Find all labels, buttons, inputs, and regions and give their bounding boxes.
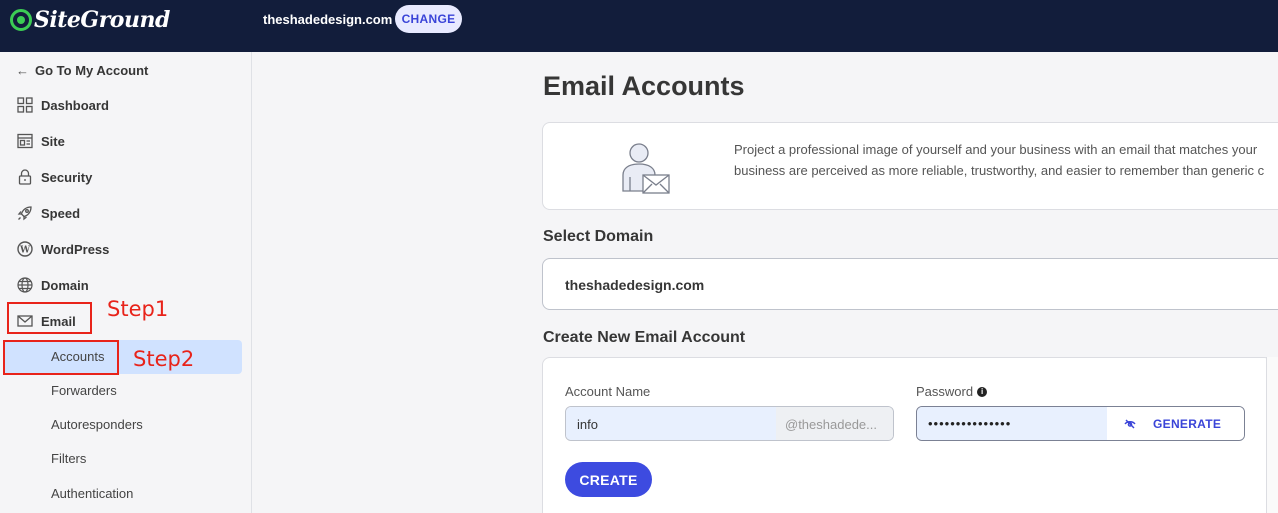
sidebar-item-dashboard[interactable]: Dashboard xyxy=(16,95,109,115)
info-icon[interactable]: i xyxy=(977,386,988,397)
change-site-button[interactable]: CHANGE xyxy=(395,5,462,33)
page-title: Email Accounts xyxy=(543,71,745,101)
step2-annotation: Step2 xyxy=(133,347,195,371)
rocket-icon xyxy=(17,206,32,221)
selected-domain-value: theshadedesign.com xyxy=(565,277,705,293)
intro-line-1: Project a professional image of yourself… xyxy=(734,142,1258,157)
right-panel-edge xyxy=(1266,357,1278,513)
current-site-domain: theshadedesign.com xyxy=(263,12,393,27)
sidebar-item-domain[interactable]: Domain xyxy=(16,275,89,295)
step2-highlight-box xyxy=(3,340,119,375)
siteground-logo[interactable]: SiteGround xyxy=(10,6,170,34)
sidebar-item-speed[interactable]: Speed xyxy=(16,203,80,223)
arrow-left-icon: ← xyxy=(16,63,29,78)
siteground-logo-icon xyxy=(10,9,32,31)
user-email-illustration-icon xyxy=(622,143,670,194)
step1-annotation: Step1 xyxy=(107,297,169,321)
create-account-card: Account Name info @theshadede... Passwor… xyxy=(542,357,1272,513)
password-field[interactable]: ••••••••••••••• GENERATE xyxy=(916,406,1245,441)
sidebar-item-label: Domain xyxy=(41,277,89,293)
sidebar-item-wordpress[interactable]: W WordPress xyxy=(16,239,109,259)
sidebar-item-site[interactable]: Site xyxy=(16,131,65,151)
generate-password-button[interactable]: GENERATE xyxy=(1153,407,1244,440)
sidebar: ← Go To My Account Dashboard Site Securi… xyxy=(0,52,252,513)
intro-line-2: business are perceived as more reliable,… xyxy=(734,163,1265,178)
top-bar: SiteGround theshadedesign.com CHANGE xyxy=(0,0,1278,52)
account-name-field[interactable]: info @theshadede... xyxy=(565,406,894,441)
site-icon xyxy=(17,133,33,149)
create-button[interactable]: CREATE xyxy=(565,462,652,497)
password-label-group: Password i xyxy=(916,384,988,399)
step1-highlight-box xyxy=(7,302,92,334)
globe-icon xyxy=(17,277,33,293)
sidebar-item-security[interactable]: Security xyxy=(16,167,92,187)
sidebar-subitem-forwarders[interactable]: Forwarders xyxy=(51,383,117,398)
sidebar-subitem-filters[interactable]: Filters xyxy=(51,451,86,466)
intro-description: Project a professional image of yourself… xyxy=(734,139,1278,181)
account-name-label: Account Name xyxy=(565,384,651,399)
sidebar-item-label: Dashboard xyxy=(41,97,109,113)
logo-text: SiteGround xyxy=(34,7,170,33)
password-input[interactable]: ••••••••••••••• xyxy=(917,407,1107,440)
go-to-my-account-link[interactable]: ← Go To My Account xyxy=(16,63,148,78)
back-link-label: Go To My Account xyxy=(35,63,149,78)
sidebar-item-label: WordPress xyxy=(41,241,110,257)
sidebar-subitem-autoresponders[interactable]: Autoresponders xyxy=(51,417,143,432)
main-content: Email Accounts Project a professional im… xyxy=(253,52,1278,513)
sidebar-item-label: Site xyxy=(41,133,65,149)
sidebar-item-label: Speed xyxy=(41,205,81,221)
sidebar-item-label: Security xyxy=(41,169,93,185)
svg-text:W: W xyxy=(19,246,31,256)
wordpress-icon: W xyxy=(17,241,33,257)
select-domain-title: Select Domain xyxy=(543,228,654,245)
domain-select[interactable]: theshadedesign.com xyxy=(542,258,1278,310)
dashboard-icon xyxy=(17,97,33,113)
password-label: Password xyxy=(916,384,974,399)
account-domain-suffix: @theshadede... xyxy=(776,407,893,440)
toggle-visibility-icon[interactable] xyxy=(1107,407,1153,440)
lock-icon xyxy=(18,169,32,185)
account-name-input[interactable]: info xyxy=(566,407,776,440)
sidebar-subitem-authentication[interactable]: Authentication xyxy=(51,486,133,501)
intro-card: Project a professional image of yourself… xyxy=(542,122,1278,210)
create-account-title: Create New Email Account xyxy=(543,329,746,346)
